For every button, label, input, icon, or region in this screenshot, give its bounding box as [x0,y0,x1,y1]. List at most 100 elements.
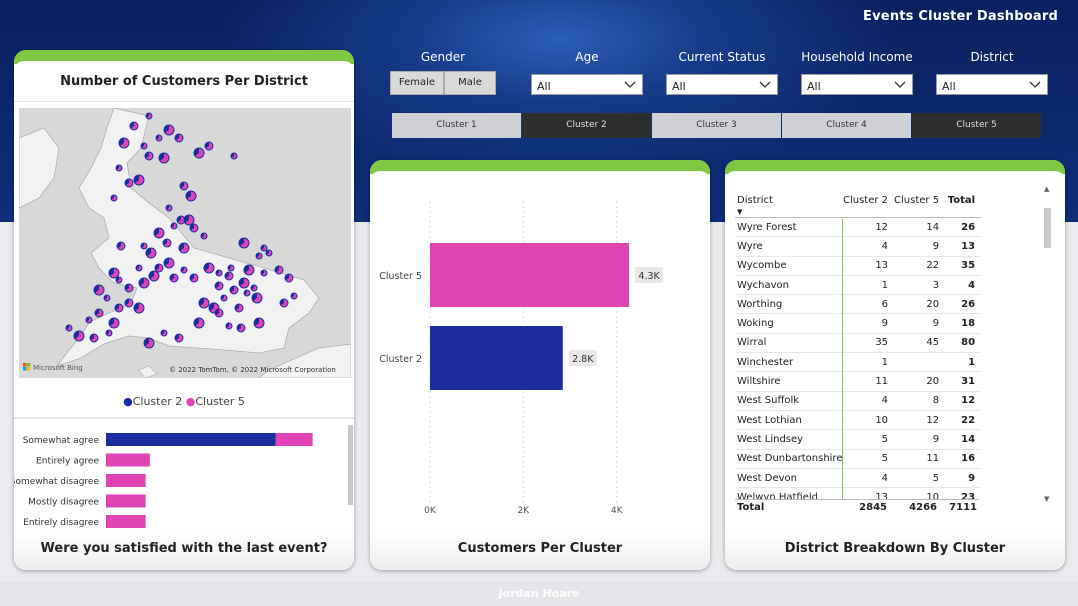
map-marker[interactable] [185,190,197,202]
map-marker[interactable] [94,308,104,318]
cluster-3-button[interactable]: Cluster 3 [652,113,781,138]
customers-per-cluster-chart[interactable]: 0K 2K 4K Cluster 5 4.3K Cluster 2 2.8K [370,171,710,521]
map-marker[interactable] [204,141,214,151]
map-marker[interactable] [214,281,224,291]
table-row[interactable]: West Lindsey 5 9 14 [735,429,982,450]
scrollbar-thumb[interactable] [348,425,353,505]
table-scrollbar[interactable]: ▲ ▼ [1043,185,1052,503]
table-row[interactable]: Winchester 1 1 [735,352,982,373]
map-marker[interactable] [115,164,123,172]
district-dropdown[interactable]: All [936,74,1048,95]
scroll-up-icon[interactable]: ▲ [1044,185,1049,193]
map-marker[interactable] [255,252,263,260]
map-marker[interactable] [253,317,265,329]
table-row[interactable]: West Suffolk 4 8 12 [735,391,982,411]
map-marker[interactable] [163,124,175,136]
map-marker[interactable] [140,142,148,150]
gender-female-button[interactable]: Female [390,71,444,95]
map-marker[interactable] [290,292,298,300]
map-marker[interactable] [243,264,255,276]
income-dropdown[interactable]: All [801,74,913,95]
table-row[interactable]: West Devon 4 5 9 [735,468,982,489]
map-marker[interactable] [243,289,251,297]
map-marker[interactable] [198,297,210,309]
map-marker[interactable] [116,241,126,251]
gender-male-button[interactable]: Male [444,71,496,95]
satisfaction-bar[interactable] [106,453,150,467]
map-marker[interactable] [200,232,208,240]
column-header-district[interactable]: District ▼ [735,195,843,218]
map-marker[interactable] [183,214,195,226]
map-marker[interactable] [189,223,199,233]
table-row[interactable]: Wychavon 1 3 4 [735,275,982,296]
satisfaction-bar[interactable] [106,494,146,508]
age-dropdown[interactable]: All [531,74,643,95]
map-marker[interactable] [234,303,244,313]
map-marker[interactable] [143,337,155,349]
status-dropdown[interactable]: All [666,74,778,95]
map-marker[interactable] [225,322,233,330]
map-marker[interactable] [174,133,184,143]
map-marker[interactable] [65,324,73,332]
table-row[interactable]: West Dunbartonshire 5 11 16 [735,449,982,469]
map-marker[interactable] [103,294,111,302]
map-marker[interactable] [229,285,239,295]
cluster-4-button[interactable]: Cluster 4 [782,113,911,138]
map-marker[interactable] [108,317,120,329]
map-marker[interactable] [93,284,105,296]
map-marker[interactable] [250,284,258,292]
map-marker[interactable] [251,292,263,304]
table-row[interactable]: West Lothian 10 12 22 [735,410,982,431]
map-marker[interactable] [155,134,163,142]
table-row[interactable]: Woking 9 9 18 [735,313,982,334]
map-marker[interactable] [162,238,172,248]
scroll-down-icon[interactable]: ▼ [1044,495,1049,503]
table-row[interactable]: Worthing 6 20 26 [735,294,982,315]
map-marker[interactable] [124,298,134,308]
map-marker[interactable] [189,273,199,283]
map-marker[interactable] [73,330,85,342]
scrollbar-thumb[interactable] [1044,208,1051,248]
map-marker[interactable] [215,269,223,277]
map-marker[interactable] [238,277,250,289]
map-marker[interactable] [230,152,238,160]
map-marker[interactable] [214,308,224,318]
map-marker[interactable] [160,329,168,337]
uk-map[interactable]: Microsoft Bing © 2022 TomTom, © 2022 Mic… [19,108,351,378]
table-row[interactable]: Wiltshire 11 20 31 [735,371,982,392]
map-marker[interactable] [140,242,148,250]
map-marker[interactable] [115,276,123,284]
map-marker[interactable] [179,181,189,191]
column-header-cluster-2[interactable]: Cluster 2 [843,195,895,218]
cluster-5-button[interactable]: Cluster 5 [912,113,1041,138]
map-marker[interactable] [169,273,179,283]
map-marker[interactable] [105,329,113,337]
map-marker[interactable] [138,277,150,289]
map-marker[interactable] [129,121,139,131]
map-marker[interactable] [85,316,93,324]
map-marker[interactable] [265,249,273,257]
map-marker[interactable] [163,257,175,269]
map-marker[interactable] [238,237,250,249]
map-marker[interactable] [224,271,234,281]
satisfaction-bar[interactable] [106,474,146,487]
map-marker[interactable] [165,204,173,212]
map-marker[interactable] [158,152,170,164]
map-marker[interactable] [227,264,235,272]
map-marker[interactable] [193,317,205,329]
map-marker[interactable] [154,263,164,273]
map-marker[interactable] [174,333,184,343]
map-marker[interactable] [203,262,215,274]
table-row[interactable]: Wycombe 13 22 35 [735,256,982,276]
table-row[interactable]: Wirral 35 45 80 [735,333,982,354]
map-marker[interactable] [133,174,145,186]
map-marker[interactable] [284,273,294,283]
map-marker[interactable] [193,147,205,159]
satisfaction-bar[interactable] [106,433,276,446]
map-marker[interactable] [260,244,268,252]
map-marker[interactable] [274,265,284,275]
column-header-total[interactable]: Total [945,195,982,218]
map-marker[interactable] [153,227,165,239]
map-marker[interactable] [145,247,157,259]
map-marker[interactable] [118,137,130,149]
